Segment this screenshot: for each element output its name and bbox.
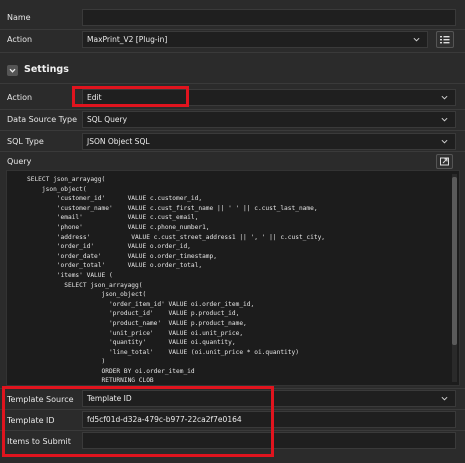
template-highlight-box xyxy=(2,386,274,457)
collapse-icon[interactable] xyxy=(7,65,18,76)
settings-section-header[interactable]: Settings xyxy=(0,60,465,82)
sql-type-select[interactable]: JSON Object SQL xyxy=(82,133,456,150)
list-icon[interactable] xyxy=(436,31,454,48)
name-input[interactable] xyxy=(82,9,456,26)
data-source-type-value: SQL Query xyxy=(87,115,128,124)
chevron-down-icon xyxy=(441,95,448,100)
action-top-select[interactable]: MaxPrint_V2 [Plug-in] xyxy=(82,31,428,48)
chevron-down-icon xyxy=(441,396,448,401)
chevron-down-icon xyxy=(441,139,448,144)
expand-icon[interactable] xyxy=(436,154,453,169)
scrollbar-thumb[interactable] xyxy=(452,177,457,345)
chevron-down-icon xyxy=(441,117,448,122)
action-top-value: MaxPrint_V2 [Plug-in] xyxy=(87,35,168,44)
query-label: Query xyxy=(7,157,32,166)
action-label: Action xyxy=(7,93,33,102)
chevron-down-icon xyxy=(413,37,420,42)
query-code: SELECT json_arrayagg( json_object( 'cust… xyxy=(27,176,326,385)
action-top-label: Action xyxy=(7,35,33,44)
settings-title: Settings xyxy=(24,64,69,75)
data-source-type-label: Data Source Type xyxy=(7,115,78,124)
action-highlight-box xyxy=(72,86,189,107)
query-editor[interactable]: SELECT json_arrayagg( json_object( 'cust… xyxy=(6,170,460,386)
data-source-type-select[interactable]: SQL Query xyxy=(82,111,456,128)
sql-type-label: SQL Type xyxy=(7,137,44,146)
name-label: Name xyxy=(7,13,31,22)
sql-type-value: JSON Object SQL xyxy=(87,137,150,146)
